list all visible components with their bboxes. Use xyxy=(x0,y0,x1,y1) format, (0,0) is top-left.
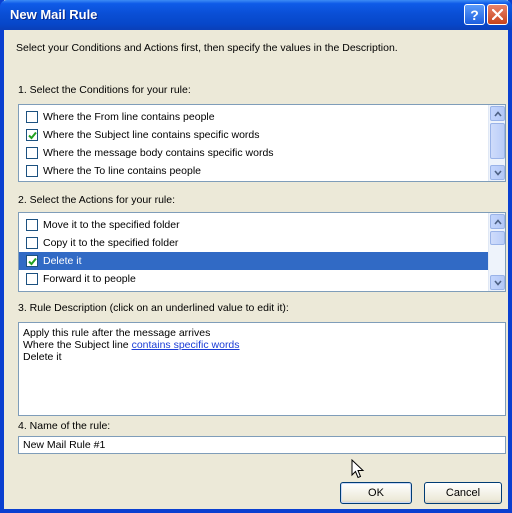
scroll-up-button[interactable] xyxy=(490,214,505,229)
action-item-selected[interactable]: Delete it xyxy=(19,252,488,270)
cancel-button[interactable]: Cancel xyxy=(424,482,502,504)
actions-scrollbar[interactable] xyxy=(488,213,505,291)
condition-label: Where the message body contains specific… xyxy=(43,147,274,159)
action-label: Forward it to people xyxy=(43,273,136,285)
condition-item[interactable]: Where the From line contains people xyxy=(19,108,505,126)
rule-name-input[interactable]: New Mail Rule #1 xyxy=(18,436,506,454)
description-line: Delete it xyxy=(23,351,62,363)
description-label: 3. Rule Description (click on an underli… xyxy=(18,302,289,314)
chevron-down-icon xyxy=(493,279,502,286)
action-item[interactable]: Forward it to people xyxy=(19,270,505,288)
title-bar[interactable]: New Mail Rule ? xyxy=(0,0,512,30)
condition-label: Where the Subject line contains specific… xyxy=(43,129,260,141)
scroll-down-button[interactable] xyxy=(490,275,505,290)
action-label: Copy it to the specified folder xyxy=(43,237,179,249)
condition-item[interactable]: Where the Subject line contains specific… xyxy=(19,126,505,144)
action-item[interactable]: Move it to the specified folder xyxy=(19,216,505,234)
condition-checkbox[interactable] xyxy=(26,147,38,159)
scroll-up-button[interactable] xyxy=(490,106,505,121)
scroll-thumb[interactable] xyxy=(490,231,505,245)
actions-label: 2. Select the Actions for your rule: xyxy=(18,194,175,206)
rule-name-label: 4. Name of the rule: xyxy=(18,420,111,432)
condition-item[interactable]: Where the To line contains people xyxy=(19,162,505,180)
window-title: New Mail Rule xyxy=(10,7,98,22)
close-button[interactable] xyxy=(487,4,508,25)
checkmark-icon xyxy=(28,131,37,140)
intro-text: Select your Conditions and Actions first… xyxy=(16,42,398,54)
action-label: Move it to the specified folder xyxy=(43,219,180,231)
scroll-thumb[interactable] xyxy=(490,123,505,159)
chevron-up-icon xyxy=(493,110,502,117)
condition-checkbox[interactable] xyxy=(26,165,38,177)
action-checkbox-checked[interactable] xyxy=(26,255,38,267)
new-mail-rule-dialog: New Mail Rule ? Select your Conditions a… xyxy=(0,0,512,513)
help-button[interactable]: ? xyxy=(464,4,485,25)
actions-list: Move it to the specified folder Copy it … xyxy=(18,212,506,292)
condition-item[interactable]: Where the message body contains specific… xyxy=(19,144,505,162)
mouse-cursor-icon xyxy=(351,459,365,479)
condition-label: Where the From line contains people xyxy=(43,111,215,123)
close-icon xyxy=(492,9,503,20)
action-label: Delete it xyxy=(43,255,82,267)
rule-description-box: Apply this rule after the message arrive… xyxy=(18,322,506,416)
contains-specific-words-link[interactable]: contains specific words xyxy=(132,339,240,351)
condition-checkbox-checked[interactable] xyxy=(26,129,38,141)
action-item[interactable]: Copy it to the specified folder xyxy=(19,234,505,252)
chevron-up-icon xyxy=(493,218,502,225)
conditions-scrollbar[interactable] xyxy=(488,105,505,181)
action-checkbox[interactable] xyxy=(26,273,38,285)
conditions-label: 1. Select the Conditions for your rule: xyxy=(18,84,191,96)
action-checkbox[interactable] xyxy=(26,219,38,231)
help-icon: ? xyxy=(470,6,479,23)
condition-checkbox[interactable] xyxy=(26,111,38,123)
condition-label: Where the To line contains people xyxy=(43,165,201,177)
description-text: Where the Subject line xyxy=(23,339,132,351)
ok-button[interactable]: OK xyxy=(340,482,412,504)
conditions-list: Where the From line contains people Wher… xyxy=(18,104,506,182)
action-checkbox[interactable] xyxy=(26,237,38,249)
description-line: Apply this rule after the message arrive… xyxy=(23,327,211,339)
chevron-down-icon xyxy=(493,169,502,176)
scroll-down-button[interactable] xyxy=(490,165,505,180)
checkmark-icon xyxy=(28,257,37,266)
description-line: Where the Subject line contains specific… xyxy=(23,339,501,351)
